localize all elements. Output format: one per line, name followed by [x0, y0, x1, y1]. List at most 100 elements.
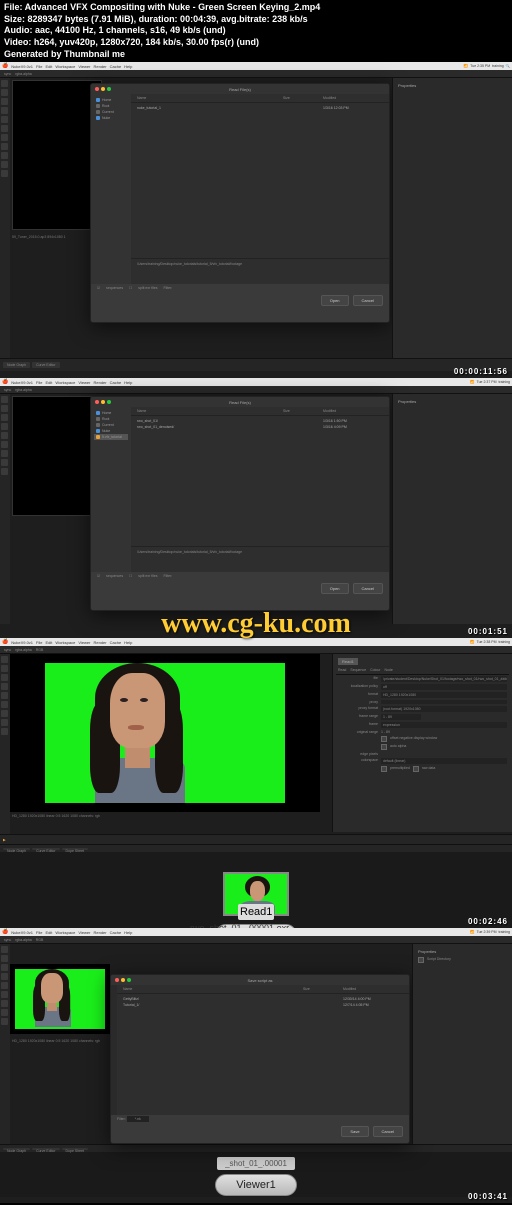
tool-icon[interactable] — [1, 89, 8, 96]
wifi-icon[interactable]: 📶 — [464, 64, 468, 68]
menu-workspace[interactable]: Workspace — [55, 64, 75, 69]
frame-dropdown[interactable]: expression — [381, 722, 507, 728]
tool-icon[interactable] — [1, 701, 8, 708]
localize-dropdown[interactable]: off — [381, 684, 507, 690]
tool-icon[interactable] — [1, 116, 8, 123]
tool-icon[interactable] — [1, 719, 8, 726]
premult-checkbox[interactable] — [381, 766, 387, 772]
tab-read1[interactable]: Read1 — [338, 658, 358, 665]
open-button[interactable]: Open — [321, 583, 349, 594]
cancel-button[interactable]: Cancel — [353, 583, 383, 594]
minimize-icon[interactable] — [121, 978, 125, 982]
clock[interactable]: Tue 2:35 PM — [470, 64, 490, 68]
menu-edit[interactable]: Edit — [45, 64, 52, 69]
tool-icon[interactable] — [1, 80, 8, 87]
tool-icon[interactable] — [1, 107, 8, 114]
node-graph[interactable]: rwo_shot_01_.00001.exr Read1 Viewer1 — [0, 852, 512, 932]
tool-icon[interactable] — [1, 973, 8, 980]
auto-alpha-checkbox[interactable] — [381, 744, 387, 750]
tab-node-graph[interactable]: Node Graph — [3, 1148, 30, 1150]
cancel-button[interactable]: Cancel — [353, 295, 383, 306]
tool-icon[interactable] — [1, 982, 8, 989]
file-list[interactable]: rwo_shot_01/ 1/3/16 1:50 PM rwo_shot_01_… — [131, 416, 389, 546]
app-name[interactable]: NukeX9.0v1 — [11, 64, 33, 69]
menu-help[interactable]: Help — [124, 64, 132, 69]
format-dropdown[interactable]: HD_1280 1920x1080 — [381, 692, 507, 698]
tool-icon[interactable] — [1, 432, 8, 439]
sequences-checkbox[interactable]: ☑ — [97, 286, 100, 290]
tab-node-graph[interactable]: Node Graph — [3, 362, 30, 368]
tab-dope-sheet[interactable]: Dope Sheet — [62, 1148, 89, 1150]
menu-cache[interactable]: Cache — [110, 64, 122, 69]
close-icon[interactable] — [95, 87, 99, 91]
tab-curve-editor[interactable]: Curve Editor — [32, 362, 59, 368]
tool-icon[interactable] — [1, 441, 8, 448]
viewer-panel[interactable] — [10, 964, 110, 1034]
raw-checkbox[interactable] — [413, 766, 419, 772]
tool-icon[interactable] — [1, 1000, 8, 1007]
viewer-panel[interactable] — [12, 396, 102, 516]
tool-icon[interactable] — [1, 459, 8, 466]
file-row[interactable]: Tutorial_1/ 12/7/14 4:05 PM — [123, 1002, 403, 1008]
sidebar-nuke[interactable]: Nuke — [94, 115, 128, 121]
tab-node-graph[interactable]: Node Graph — [3, 848, 30, 850]
proxy-format-dropdown[interactable]: (root.format) 1920x1080 — [381, 706, 507, 712]
tool-icon[interactable] — [1, 414, 8, 421]
tool-icon[interactable] — [1, 674, 8, 681]
viewer-node[interactable]: Viewer1 — [215, 1174, 297, 1196]
col-modified[interactable]: Modified — [323, 96, 383, 100]
tool-icon[interactable] — [1, 423, 8, 430]
menu-viewer[interactable]: Viewer — [78, 64, 90, 69]
open-button[interactable]: Open — [321, 295, 349, 306]
tool-icon[interactable] — [1, 710, 8, 717]
tool-icon[interactable] — [1, 991, 8, 998]
tool-icon[interactable] — [1, 161, 8, 168]
maximize-icon[interactable] — [107, 400, 111, 404]
tool-icon[interactable] — [1, 1009, 8, 1016]
col-size[interactable]: Size — [283, 96, 323, 100]
file-list[interactable]: nuke_tutorial_1 1/3/16 12:03 PM — [131, 103, 389, 258]
frame-range-field[interactable]: 1 - 89 — [381, 714, 421, 720]
minimize-icon[interactable] — [101, 87, 105, 91]
col-name[interactable]: Name — [137, 96, 283, 100]
tool-icon[interactable] — [1, 152, 8, 159]
sync-toggle[interactable]: sync — [4, 72, 11, 76]
tool-icon[interactable] — [1, 468, 8, 475]
path-field[interactable]: /Users/training/Desktop/nuke_tutorials/t… — [131, 546, 389, 557]
tool-icon[interactable] — [1, 450, 8, 457]
menu-file[interactable]: File — [36, 64, 42, 69]
colorspace-dropdown[interactable]: default (linear) — [381, 758, 507, 764]
user-name[interactable]: training — [492, 64, 503, 68]
tool-icon[interactable] — [1, 656, 8, 663]
tool-icon[interactable] — [1, 405, 8, 412]
tool-icon[interactable] — [1, 1018, 8, 1025]
maximize-icon[interactable] — [107, 87, 111, 91]
menu-render[interactable]: Render — [93, 64, 106, 69]
tab-colour[interactable]: Colour — [370, 668, 380, 672]
save-button[interactable]: Save — [341, 1126, 368, 1137]
tool-icon[interactable] — [1, 665, 8, 672]
tool-icon[interactable] — [1, 134, 8, 141]
tab-dope-sheet[interactable]: Dope Sheet — [62, 848, 89, 850]
tool-icon[interactable] — [1, 964, 8, 971]
apple-icon[interactable]: 🍎 — [2, 63, 8, 69]
file-row[interactable]: nuke_tutorial_1 1/3/16 12:03 PM — [137, 105, 383, 111]
tab-read[interactable]: Read — [338, 668, 346, 672]
node-graph[interactable]: _shot_01_.00001 Viewer1 — [0, 1152, 512, 1197]
file-field[interactable]: /private/student/Desktop/Nuke/Shot_01/fo… — [381, 676, 507, 682]
cancel-button[interactable]: Cancel — [373, 1126, 403, 1137]
tab-node[interactable]: Node — [384, 668, 392, 672]
apple-icon[interactable]: 🍎 — [2, 379, 8, 385]
play-icon[interactable]: ▶ — [3, 838, 6, 841]
offset-checkbox[interactable] — [381, 736, 387, 742]
tab-curve-editor[interactable]: Curve Editor — [32, 1148, 59, 1150]
close-icon[interactable] — [115, 978, 119, 982]
tab-curve-editor[interactable]: Curve Editor — [32, 848, 59, 850]
tool-icon[interactable] — [1, 955, 8, 962]
filter-dropdown[interactable]: *.nk — [127, 1116, 149, 1122]
search-icon[interactable]: 🔍 — [506, 64, 510, 68]
tool-icon[interactable] — [1, 143, 8, 150]
tool-icon[interactable] — [1, 946, 8, 953]
tool-icon[interactable] — [1, 98, 8, 105]
tab-sequence[interactable]: Sequence — [350, 668, 366, 672]
